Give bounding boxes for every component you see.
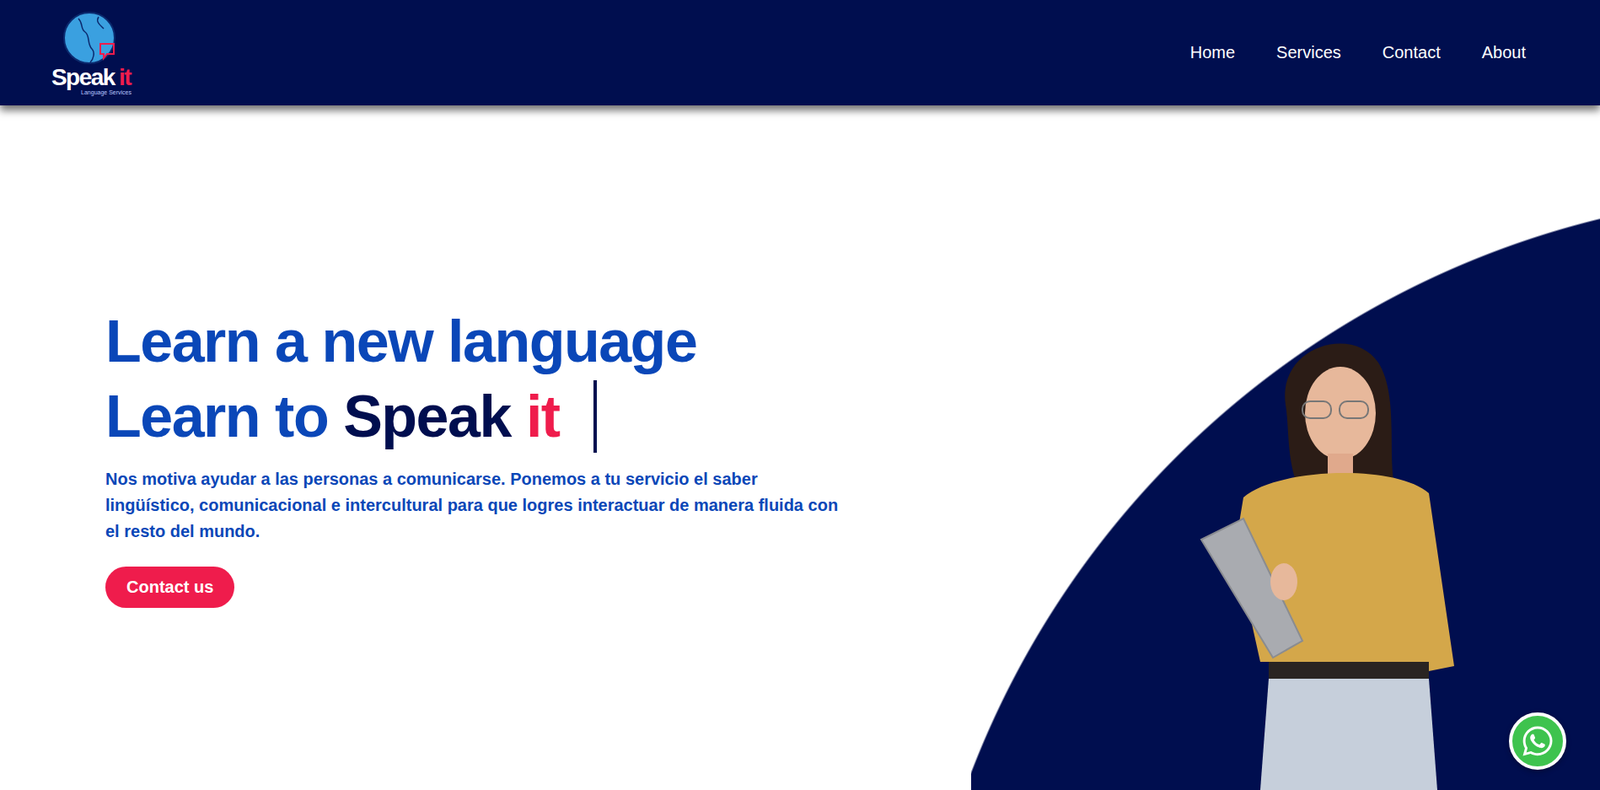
nav-link[interactable]: Home [1190, 42, 1235, 63]
nav: Home Services Contact About [1190, 42, 1526, 63]
hero-description: Nos motiva ayudar a las personas a comun… [105, 466, 839, 545]
hero-content: Learn a new languageLearn toSpeakit Nos m… [0, 105, 972, 790]
globe-icon [61, 10, 121, 68]
logo[interactable]: SpeakitLanguage Services [48, 10, 134, 96]
contact-button[interactable]: Contact us [105, 566, 235, 608]
hero-title: Learn a new languageLearn toSpeakit [105, 304, 938, 455]
logo-tagline: Language Services [80, 89, 132, 96]
logo-name: Speak [51, 65, 115, 90]
hero-photo [1184, 328, 1491, 790]
header: SpeakitLanguage Services Home Services Cont… [0, 0, 1600, 106]
typing-cursor [593, 380, 597, 453]
brand-accent: it [526, 379, 560, 455]
logo-accent: it [118, 65, 131, 90]
whatsapp-icon [1520, 724, 1555, 758]
title-line: Learn a new language [105, 304, 938, 380]
hero: Learn a new languageLearn toSpeakit Nos m… [0, 105, 1600, 790]
brand-main: Speak [343, 379, 511, 455]
logo-wordmark: Speakit [51, 65, 131, 90]
hero-visual [971, 210, 1600, 790]
nav-link[interactable]: Contact [1382, 42, 1441, 63]
nav-link[interactable]: Services [1276, 42, 1342, 63]
title-line: Learn toSpeakit [105, 379, 938, 455]
nav-link[interactable]: About [1481, 42, 1526, 63]
whatsapp-button[interactable] [1508, 712, 1567, 770]
page: SpeakitLanguage ServicesHomeServicesCont… [0, 0, 1600, 790]
